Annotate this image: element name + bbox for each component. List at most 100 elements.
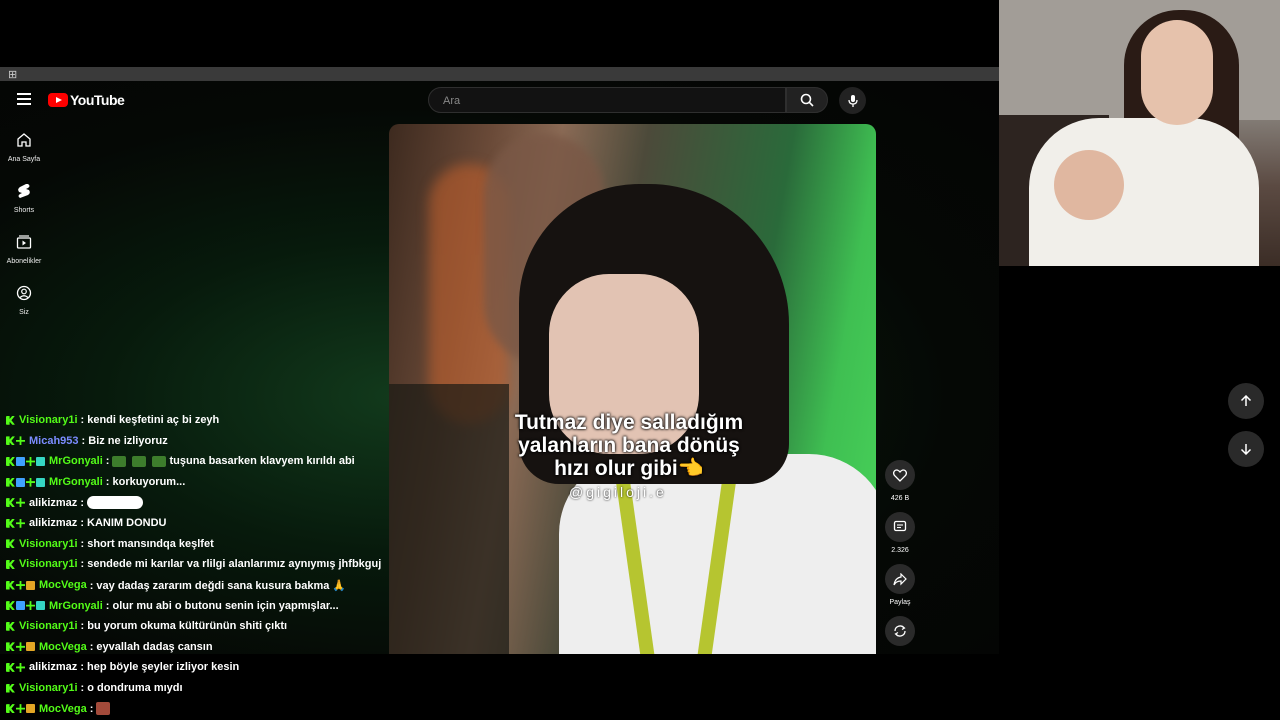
chat-message: Micah953: Biz ne izliyoruz [6, 431, 396, 452]
nav-subscriptions-label: Abonelikler [6, 258, 42, 265]
chat-username[interactable]: Visionary1i [19, 538, 78, 550]
emote-icon [152, 455, 167, 467]
chat-username[interactable]: alikizmaz [29, 661, 77, 673]
chat-username[interactable]: MrGonyali [49, 600, 103, 612]
emote-icon [132, 455, 147, 467]
share-action[interactable]: Paylaş [884, 564, 916, 606]
chat-text: : Biz ne izliyoruz [81, 434, 168, 447]
youtube-play-icon [48, 93, 68, 107]
nav-home[interactable]: Ana Sayfa [4, 132, 44, 163]
chat-username[interactable]: Micah953 [29, 435, 79, 447]
chat-username[interactable]: Visionary1i [19, 620, 78, 632]
badge-icon [16, 477, 25, 487]
chat-text: : vay dadaş zararım değdi sana kusura ba… [89, 579, 347, 592]
chat-message: MocVega: vay dadaş zararım değdi sana ku… [6, 575, 396, 596]
chat-message: MocVega: eyvallah dadaş cansın [6, 637, 396, 658]
next-video-button[interactable] [1228, 431, 1264, 467]
chat-badges [6, 518, 25, 528]
chat-username[interactable]: MrGonyali [49, 476, 103, 488]
badge-icon [26, 456, 35, 466]
chat-username[interactable]: MocVega [39, 703, 87, 715]
badge-icon [26, 580, 35, 590]
chat-badges [6, 498, 25, 508]
chat-username[interactable]: MocVega [39, 579, 87, 591]
shorts-video-player[interactable]: Tutmaz diye salladığım yalanların bana d… [389, 124, 876, 654]
comment-action[interactable]: 2.326 [884, 512, 916, 554]
comment-icon [893, 520, 907, 532]
chat-username[interactable]: alikizmaz [29, 517, 77, 529]
menu-icon[interactable] [17, 93, 31, 105]
nav-home-label: Ana Sayfa [7, 156, 41, 163]
chat-badges [6, 415, 15, 425]
youtube-logo[interactable]: YouTube [48, 92, 125, 108]
chat-text: : [80, 496, 84, 509]
badge-icon [16, 456, 25, 466]
badge-icon [6, 477, 15, 487]
chat-message: MrGonyali: olur mu abi o butonu senin iç… [6, 595, 396, 616]
chat-badges [6, 621, 15, 631]
chat-badges [6, 539, 15, 549]
search-button[interactable] [786, 87, 828, 113]
chat-username[interactable]: Visionary1i [19, 414, 78, 426]
chat-message: Visionary1i: o dondruma mıydı [6, 678, 396, 699]
badge-icon [16, 704, 25, 714]
badge-icon [26, 477, 35, 487]
caption-line-2: yalanların bana dönüş [518, 434, 740, 457]
badge-icon [6, 456, 15, 466]
chat-username[interactable]: Visionary1i [19, 682, 78, 694]
like-count: 426 B [890, 495, 910, 502]
chat-text: : korkuyorum... [105, 476, 186, 489]
chat-message: MrGonyali: tuşuna basarken klavyem kırıld… [6, 451, 396, 472]
chat-username[interactable]: MocVega [39, 641, 87, 653]
streamer-webcam [999, 0, 1280, 266]
chat-text: : kendi keşfetini aç bi zeyh [80, 414, 220, 427]
chat-text: : hep böyle şeyler izliyor kesin [80, 661, 240, 674]
chat-username[interactable]: Visionary1i [19, 558, 78, 570]
chat-message: Visionary1i: kendi keşfetini aç bi zeyh [6, 410, 396, 431]
badge-icon [6, 704, 15, 714]
chat-badges [6, 477, 45, 487]
mic-icon [847, 94, 858, 107]
badge-icon [16, 436, 25, 446]
top-black-bar [0, 0, 999, 67]
chat-username[interactable]: alikizmaz [29, 497, 77, 509]
chat-badges [6, 683, 15, 693]
caption-line-1: Tutmaz diye salladığım [514, 411, 744, 434]
previous-video-button[interactable] [1228, 383, 1264, 419]
nav-subscriptions[interactable]: Abonelikler [4, 234, 44, 265]
emote-icon [112, 455, 127, 467]
search-box [428, 87, 786, 113]
nav-shorts-label: Shorts [13, 207, 35, 214]
chat-text: : [89, 702, 94, 715]
nav-you-label: Siz [19, 309, 29, 316]
share-icon [893, 572, 907, 585]
nav-you[interactable]: Siz [4, 285, 44, 316]
chat-badges [6, 456, 45, 466]
chat-username[interactable]: MrGonyali [49, 455, 103, 467]
remix-action[interactable] [884, 616, 916, 646]
voice-search-button[interactable] [839, 87, 866, 114]
badge-icon [6, 498, 15, 508]
home-icon [17, 133, 31, 147]
chat-message: Visionary1i: bu yorum okuma kültürünün s… [6, 616, 396, 637]
badge-icon [6, 580, 15, 590]
chat-message: alikizmaz: KANIM DONDU [6, 513, 396, 534]
share-label: Paylaş [889, 599, 911, 606]
chat-text: : bu yorum okuma kültürünün shiti çıktı [80, 620, 288, 633]
badge-icon [6, 601, 15, 611]
badge-icon [16, 498, 25, 508]
badge-icon [6, 621, 15, 631]
browser-strip: ⊞ [0, 67, 999, 81]
search-input[interactable] [441, 94, 745, 108]
like-action[interactable]: 426 B [884, 460, 916, 502]
badge-icon [26, 642, 35, 652]
badge-icon [6, 415, 15, 425]
search-icon [800, 93, 814, 107]
comment-count: 2.326 [891, 547, 909, 554]
apps-grid-icon[interactable]: ⊞ [8, 68, 17, 81]
chat-text: tuşuna basarken klavyem kırıldı abi [169, 455, 355, 468]
nav-shorts[interactable]: Shorts [4, 183, 44, 214]
emote-icon [96, 702, 111, 716]
badge-icon [36, 477, 45, 487]
chat-overlay: Visionary1i: kendi keşfetini aç bi zeyh M… [6, 410, 396, 719]
